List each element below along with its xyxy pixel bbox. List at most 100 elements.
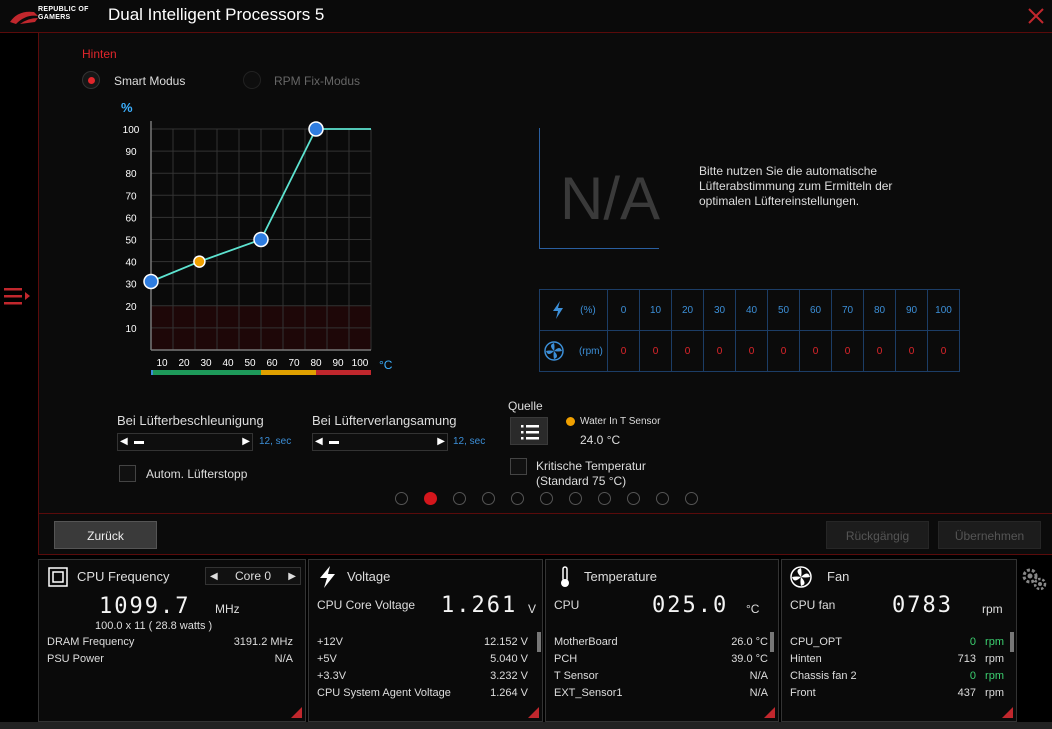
pager-dot[interactable] <box>569 492 582 505</box>
x-tick-label: 90 <box>332 358 344 369</box>
core-prev-icon[interactable]: ◀ <box>210 568 218 585</box>
zone-bar-start <box>151 370 153 375</box>
table-rpm-cell: 0 <box>895 330 928 372</box>
x-tick-label: 60 <box>266 358 278 369</box>
lightning-icon <box>553 301 564 319</box>
dram-freq-value: 3191.2 MHz <box>233 636 293 648</box>
pager-dot[interactable] <box>424 492 437 505</box>
curve-control-point[interactable] <box>308 121 324 137</box>
rpm-mode-radio[interactable] <box>243 71 261 89</box>
cpu-chip-icon <box>48 567 68 587</box>
accel-slider[interactable]: ◀ ▶ <box>117 433 253 451</box>
pager-dot[interactable] <box>598 492 611 505</box>
v12-value: 12.152 V <box>483 636 528 648</box>
fan-section-title: Hinten <box>82 47 117 61</box>
pager-dot[interactable] <box>656 492 669 505</box>
fan-row-label: CPU_OPT <box>790 636 842 648</box>
accel-label: Bei Lüfterbeschleunigung <box>117 413 264 428</box>
cpu-core-voltage-value: 1.261 <box>441 593 518 618</box>
curve-control-point[interactable] <box>143 273 159 290</box>
apply-button[interactable]: Übernehmen <box>938 521 1041 549</box>
zone-bar-red <box>316 370 371 375</box>
core-next-icon[interactable]: ▶ <box>288 568 296 585</box>
monitor-bar: CPU Frequency ◀ Core 0 ▶ 1099.7 MHz 100.… <box>0 557 1052 729</box>
pch-temp-label: PCH <box>554 653 578 665</box>
side-menu <box>0 33 38 555</box>
source-select-button[interactable] <box>510 417 548 445</box>
auto-stop-label: Autom. Lüfterstopp <box>146 467 248 481</box>
curve-control-point[interactable] <box>193 255 206 268</box>
table-pct-cell: 90 <box>895 289 928 331</box>
settings-gear-icon[interactable] <box>1020 566 1048 594</box>
tsensor-value: N/A <box>749 670 768 682</box>
table-rpm-cell: 0 <box>607 330 640 372</box>
zone-bar-yellow <box>261 370 316 375</box>
slider-right-icon[interactable]: ▶ <box>242 436 250 447</box>
panel-expand-icon[interactable] <box>764 707 775 718</box>
slider-left-icon[interactable]: ◀ <box>315 436 323 447</box>
critical-temp-checkbox[interactable] <box>510 458 527 475</box>
pager-dot[interactable] <box>395 492 408 505</box>
fan-scrollbar[interactable] <box>1010 632 1014 652</box>
pager-dot[interactable] <box>453 492 466 505</box>
close-button[interactable] <box>1024 4 1048 28</box>
decel-label: Bei Lüfterverlangsamung <box>312 413 457 428</box>
list-icon <box>521 425 539 440</box>
fan-icon <box>790 566 812 588</box>
panel-expand-icon[interactable] <box>528 707 539 718</box>
pager-dot[interactable] <box>685 492 698 505</box>
curve-control-point[interactable] <box>253 231 269 248</box>
core-selector[interactable]: ◀ Core 0 ▶ <box>205 567 301 585</box>
zone-bar-green <box>151 370 261 375</box>
slider-left-icon[interactable]: ◀ <box>120 436 128 447</box>
pager-dot[interactable] <box>511 492 524 505</box>
auto-stop-checkbox[interactable] <box>119 465 136 482</box>
title-bar: REPUBLIC OF GAMERS Dual Intelligent Proce… <box>0 0 1052 33</box>
slider-right-icon[interactable]: ▶ <box>437 436 445 447</box>
accel-value: 12, sec <box>259 436 292 447</box>
slider-thumb[interactable] <box>329 441 339 444</box>
menu-icon[interactable] <box>4 286 34 308</box>
table-rpm-cell: 0 <box>735 330 768 372</box>
fan-row-label: Chassis fan 2 <box>790 670 857 682</box>
sensor-temp: 24.0 °C <box>580 433 621 447</box>
x-tick-label: 30 <box>200 358 212 369</box>
decel-slider[interactable]: ◀ ▶ <box>312 433 448 451</box>
y-tick-label: 90 <box>125 147 137 158</box>
fan-tuning-panel: Hinten Smart Modus RPM Fix-Modus % °C 10 20… <box>38 33 1052 555</box>
sensor-indicator-icon <box>566 417 575 426</box>
fan-row-unit: rpm <box>985 653 1004 665</box>
pager-dot[interactable] <box>627 492 640 505</box>
temperature-scrollbar[interactable] <box>770 632 774 652</box>
pager-dot[interactable] <box>540 492 553 505</box>
undo-button[interactable]: Rückgängig <box>826 521 929 549</box>
back-button[interactable]: Zurück <box>54 521 157 549</box>
voltage-scrollbar[interactable] <box>537 632 541 652</box>
rpm-mode-label: RPM Fix-Modus <box>274 74 361 88</box>
fan-curve-graph[interactable]: % °C 10 20 30 40 50 60 70 80 90 100 10 20 30 40 50 60 70 80… <box>109 98 409 383</box>
table-pct-cell: 40 <box>735 289 768 331</box>
critical-temp-label: Kritische Temperatur <box>536 459 646 473</box>
panel-expand-icon[interactable] <box>291 707 302 718</box>
panel-expand-icon[interactable] <box>1002 707 1013 718</box>
ext-sensor-label: EXT_Sensor1 <box>554 687 623 699</box>
source-label: Quelle <box>508 399 543 413</box>
table-rpm-cell: 0 <box>927 330 960 372</box>
fan-row-unit: rpm <box>985 670 1004 682</box>
dram-freq-label: DRAM Frequency <box>47 636 135 648</box>
cpu-frequency-panel: CPU Frequency ◀ Core 0 ▶ 1099.7 MHz 100.… <box>38 559 306 722</box>
x-unit-label: °C <box>379 358 393 372</box>
temperature-panel-title: Temperature <box>584 569 657 584</box>
table-rpm-cell: 0 <box>671 330 704 372</box>
x-tick-label: 10 <box>156 358 168 369</box>
y-tick-label: 60 <box>125 213 137 224</box>
sensor-name: Water In T Sensor <box>580 416 661 427</box>
y-tick-label: 10 <box>125 324 137 335</box>
y-tick-label: 50 <box>125 236 137 247</box>
smart-mode-radio[interactable] <box>82 71 100 89</box>
cpu-frequency-value: 1099.7 <box>99 594 191 619</box>
slider-thumb[interactable] <box>134 441 144 444</box>
pager-dot[interactable] <box>482 492 495 505</box>
v33-label: +3.3V <box>317 670 347 682</box>
lightning-icon <box>320 566 335 588</box>
